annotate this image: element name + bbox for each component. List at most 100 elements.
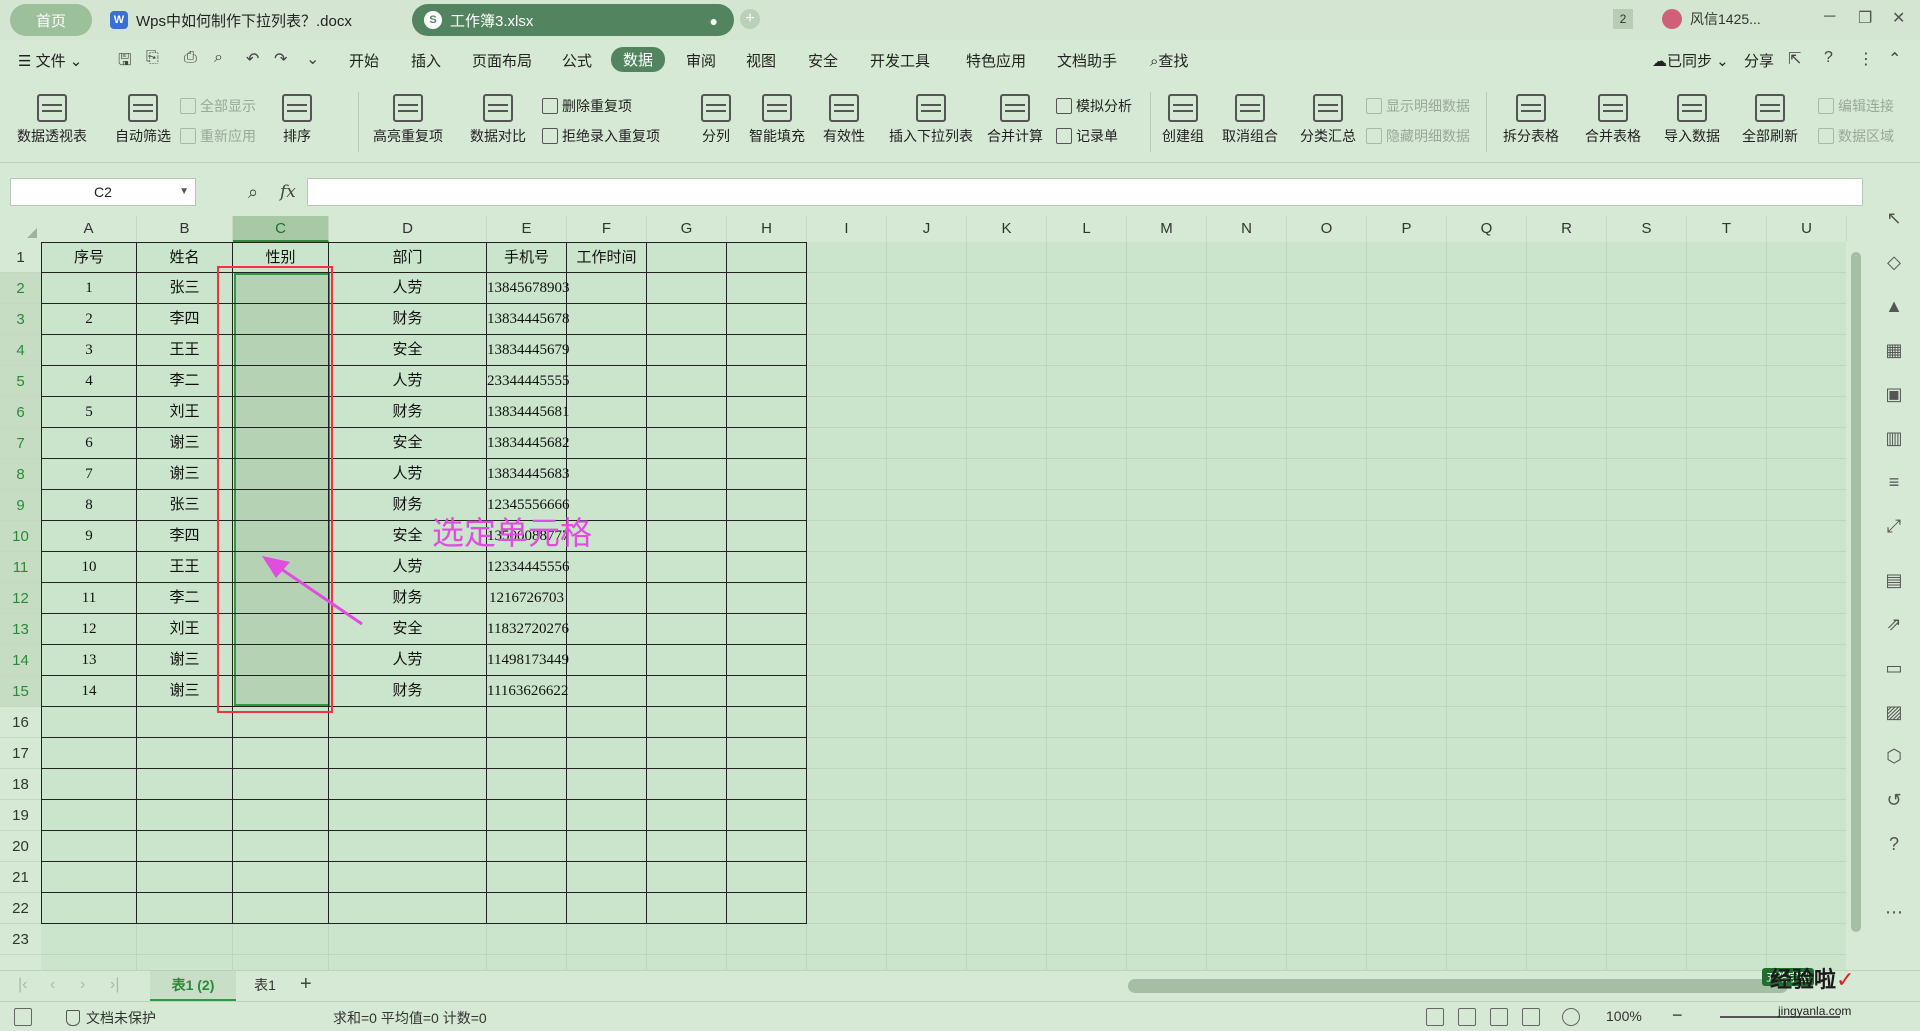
sort-button[interactable]: 排序 [282, 94, 312, 146]
column-header-G[interactable]: G [647, 216, 727, 242]
consolidate-button[interactable]: 合并计算 [984, 94, 1046, 146]
column-header-S[interactable]: S [1607, 216, 1687, 242]
row-header-16[interactable]: 16 [0, 707, 41, 738]
empty-cell[interactable] [727, 893, 807, 924]
reject-dup-button[interactable]: 拒绝录入重复项 [542, 126, 660, 146]
transform-icon[interactable]: ⤢ [1884, 516, 1904, 536]
export-icon[interactable]: ⇗ [1884, 614, 1904, 634]
empty-cell[interactable] [487, 893, 567, 924]
macro-icon[interactable] [14, 1008, 32, 1026]
quick-access-dropdown-icon[interactable]: ⌄ [306, 49, 319, 69]
column-header-N[interactable]: N [1207, 216, 1287, 242]
empty-cell[interactable] [647, 738, 727, 769]
minimize-icon[interactable]: ─ [1824, 8, 1835, 26]
page-layout-view-icon[interactable] [1490, 1008, 1508, 1026]
empty-cell[interactable] [727, 366, 807, 397]
split-table-button[interactable]: 拆分表格 [1494, 94, 1568, 146]
column-header-B[interactable]: B [137, 216, 233, 242]
edit-link-button[interactable]: 编辑连接 [1818, 96, 1894, 116]
style-icon[interactable]: ▲ [1884, 296, 1904, 316]
column-header-H[interactable]: H [727, 216, 807, 242]
menu-doc-assistant[interactable]: 文档助手 [1057, 50, 1117, 71]
row-header-2[interactable]: 2 [0, 273, 41, 304]
sheet-tab[interactable]: 表1 [240, 971, 290, 999]
empty-cell[interactable] [137, 893, 233, 924]
empty-cell[interactable] [647, 707, 727, 738]
data-compare-button[interactable]: 数据对比 [462, 94, 534, 146]
tab-docx[interactable]: W Wps中如何制作下拉列表？.docx [100, 4, 410, 36]
empty-cell[interactable] [41, 862, 137, 893]
cell-grid[interactable]: 序号 姓名 性别 部门 手机号 工作时间 1 张三 人劳 13845678903 2 李四 财务 1383… [41, 242, 1846, 986]
eye-protection-icon[interactable] [1562, 1008, 1580, 1026]
archive-icon[interactable]: ▭ [1884, 658, 1904, 678]
menu-view[interactable]: 视图 [746, 50, 776, 71]
row-header-6[interactable]: 6 [0, 397, 41, 428]
collapse-ribbon-icon[interactable]: ⇱ [1788, 49, 1801, 69]
empty-cell[interactable] [727, 490, 807, 521]
empty-cell[interactable] [727, 831, 807, 862]
row-header-3[interactable]: 3 [0, 304, 41, 335]
subtotal-button[interactable]: 分类汇总 [1296, 94, 1360, 146]
empty-cell[interactable] [727, 397, 807, 428]
autofilter-button[interactable]: 自动筛选 [110, 94, 176, 146]
menu-insert[interactable]: 插入 [411, 50, 441, 71]
empty-cell[interactable] [647, 800, 727, 831]
empty-cell[interactable] [727, 428, 807, 459]
chevron-down-icon[interactable]: ▼ [179, 179, 189, 205]
help-icon[interactable]: ? [1824, 49, 1833, 67]
empty-cell[interactable] [567, 893, 647, 924]
smart-fill-button[interactable]: 智能填充 [744, 94, 810, 146]
what-if-button[interactable]: 模拟分析 [1056, 96, 1132, 116]
hide-detail-button[interactable]: 隐藏明细数据 [1366, 126, 1470, 146]
menu-review[interactable]: 审阅 [686, 50, 716, 71]
empty-cell[interactable] [727, 242, 807, 273]
row-header-22[interactable]: 22 [0, 893, 41, 924]
row-header-17[interactable]: 17 [0, 738, 41, 769]
empty-cell[interactable] [647, 583, 727, 614]
empty-cell[interactable] [727, 614, 807, 645]
empty-cell[interactable] [487, 862, 567, 893]
menu-start[interactable]: 开始 [349, 50, 379, 71]
next-sheet-icon[interactable]: › [80, 976, 85, 994]
column-header-R[interactable]: R [1527, 216, 1607, 242]
remove-dup-button[interactable]: 删除重复项 [542, 96, 632, 116]
settings-icon[interactable]: ≡ [1884, 472, 1904, 492]
empty-cell[interactable] [727, 769, 807, 800]
menu-special[interactable]: 特色应用 [966, 50, 1026, 71]
cursor-icon[interactable]: ↖ [1884, 208, 1904, 228]
print-preview-icon[interactable]: ⌕ [214, 49, 223, 67]
column-header-P[interactable]: P [1367, 216, 1447, 242]
share-button[interactable]: 分享 [1744, 50, 1774, 71]
column-header-O[interactable]: O [1287, 216, 1367, 242]
empty-cell[interactable] [647, 614, 727, 645]
column-header-U[interactable]: U [1767, 216, 1847, 242]
empty-cell[interactable] [727, 552, 807, 583]
empty-cell[interactable] [727, 304, 807, 335]
ungroup-button[interactable]: 取消组合 [1214, 94, 1286, 146]
empty-cell[interactable] [727, 738, 807, 769]
reapply-button[interactable]: 重新应用 [180, 126, 256, 146]
zoom-formula-icon[interactable]: ⌕ [248, 182, 258, 203]
empty-cell[interactable] [727, 800, 807, 831]
menu-formula[interactable]: 公式 [562, 50, 592, 71]
empty-cell[interactable] [329, 862, 487, 893]
row-header-21[interactable]: 21 [0, 862, 41, 893]
column-header-A[interactable]: A [41, 216, 137, 242]
data-area-button[interactable]: 数据区域 [1818, 126, 1894, 146]
empty-cell[interactable] [727, 676, 807, 707]
vertical-scrollbar[interactable] [1846, 242, 1866, 962]
column-header-K[interactable]: K [967, 216, 1047, 242]
first-sheet-icon[interactable]: |‹ [18, 976, 27, 994]
show-all-button[interactable]: 全部显示 [180, 96, 256, 116]
redo-icon[interactable]: ↷ [274, 49, 287, 69]
empty-cell[interactable] [567, 862, 647, 893]
page-break-view-icon[interactable] [1522, 1008, 1540, 1026]
show-detail-button[interactable]: 显示明细数据 [1366, 96, 1470, 116]
create-group-button[interactable]: 创建组 [1158, 94, 1208, 146]
history-icon[interactable]: ↺ [1884, 790, 1904, 810]
restore-icon[interactable]: ❐ [1858, 8, 1872, 28]
empty-cell[interactable] [647, 862, 727, 893]
row-header-5[interactable]: 5 [0, 366, 41, 397]
last-sheet-icon[interactable]: ›| [110, 976, 119, 994]
empty-cell[interactable] [727, 862, 807, 893]
